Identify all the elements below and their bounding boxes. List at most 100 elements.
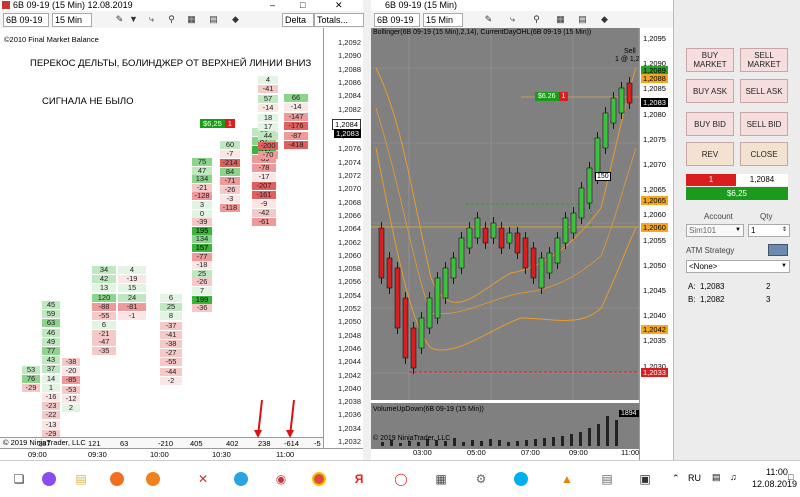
footprint-cell: -161 [252, 191, 276, 199]
price-tag-mid: 1,2060 [641, 223, 668, 232]
notifications-icon[interactable]: □ [788, 472, 793, 482]
sell-ask-button[interactable]: SELL ASK [740, 79, 788, 103]
calculator-icon[interactable]: ▦ [428, 467, 454, 491]
footprint-cell: 14 [42, 374, 60, 383]
qty-label: Qty [760, 212, 773, 221]
telegram-icon[interactable] [228, 467, 254, 491]
properties-icon[interactable]: ▦ [555, 14, 566, 25]
position-price-cell: 1,2084 [736, 174, 788, 186]
stepper-icon[interactable]: ⇕ [782, 225, 787, 236]
footprint-cell: -1 [118, 312, 146, 320]
footprint-cell: 77 [42, 347, 60, 355]
candle-body [386, 257, 393, 289]
footprint-cell: -27 [160, 349, 182, 358]
draw-tools-icon[interactable]: ▼ [128, 14, 139, 25]
pencil-icon[interactable]: ✎ [114, 14, 125, 25]
tray-chevron-icon[interactable]: ⌃ [672, 473, 680, 484]
candle-body [602, 112, 609, 149]
position-pnl-cell: $6,25 [686, 187, 788, 200]
lock-icon[interactable]: ◆ [230, 14, 241, 25]
firefox-icon[interactable] [104, 467, 130, 491]
cursor-icon[interactable]: ⤷ [146, 14, 157, 25]
interval-selector[interactable]: 15 Min [52, 13, 92, 27]
price-axis-label: 1,2048 [338, 330, 361, 340]
candle-body [626, 82, 633, 104]
right-interval-selector[interactable]: 15 Min [423, 13, 463, 27]
maximize-button[interactable]: □ [300, 0, 305, 11]
indicators-icon[interactable]: ▤ [577, 14, 588, 25]
volume-bar [381, 442, 384, 446]
buy-bid-button[interactable]: BUY BID [686, 112, 734, 136]
delta-selector[interactable]: Delta [282, 13, 314, 27]
skype-icon[interactable] [508, 467, 534, 491]
volume-bar [543, 438, 546, 446]
price-tag-open: 1,2065 [641, 196, 668, 205]
price-panel[interactable] [371, 28, 673, 460]
price-axis-label: 1,2044 [338, 357, 361, 367]
sell-bid-button[interactable]: SELL BID [740, 112, 788, 136]
ask-price: 1,2083 [700, 282, 725, 291]
footprint-cell: -22 [42, 411, 60, 420]
rev-button[interactable]: REV [686, 142, 734, 166]
footprint-cell: 84 [220, 168, 240, 176]
pencil-icon[interactable]: ✎ [483, 14, 494, 25]
price-axis-label: 1,2052 [338, 304, 361, 313]
sell-market-button[interactable]: SELL MARKET [740, 48, 788, 72]
buy-ask-button[interactable]: BUY ASK [686, 79, 734, 103]
candlestick-chart[interactable]: Bollinger(6B 09-19 (15 Min),2,14), Curre… [371, 28, 674, 460]
ninjatrader-icon[interactable]: ✕ [190, 467, 216, 491]
footprint-cell: -23 [42, 402, 60, 411]
footprint-cell: -29 [22, 384, 40, 393]
properties-icon[interactable]: ▦ [186, 14, 197, 25]
language-indicator[interactable]: RU [688, 473, 701, 483]
app-icon[interactable]: ◉ [268, 467, 294, 491]
totals-selector[interactable]: Totals... [314, 13, 364, 27]
chevron-down-icon: ▼ [735, 227, 741, 233]
yandex-icon[interactable]: Я [346, 467, 372, 491]
files-icon[interactable]: ▤ [594, 467, 620, 491]
zoom-icon[interactable]: ⚲ [531, 14, 542, 25]
volume-icon[interactable]: ♫ [730, 472, 737, 482]
cursor-icon[interactable]: ⤷ [507, 14, 518, 25]
atm-select[interactable]: <None> ▼ [686, 260, 790, 273]
volume-bar [507, 442, 510, 446]
close-position-button[interactable]: CLOSE [740, 142, 788, 166]
indicators-icon[interactable]: ▤ [208, 14, 219, 25]
volume-bar [462, 442, 465, 446]
zoom-icon[interactable]: ⚲ [166, 14, 177, 25]
footprint-cell: -47 [92, 338, 116, 346]
instrument-selector[interactable]: 6B 09-19 [3, 13, 49, 27]
start-icon[interactable]: ❏ [6, 467, 32, 491]
opera-icon[interactable]: ◯ [388, 467, 414, 491]
minimize-button[interactable]: – [270, 0, 275, 11]
terminal-icon[interactable]: ▣ [632, 467, 658, 491]
candle-body [394, 267, 401, 329]
footprint-cell: 63 [42, 319, 60, 328]
total-value: -210 [158, 439, 174, 448]
buy-market-button[interactable]: BUY MARKET [686, 48, 734, 72]
price-axis-label: 1,2084 [338, 91, 361, 101]
vlc-icon[interactable]: ▲ [554, 467, 580, 491]
candle-body [530, 247, 537, 279]
footprint-cell: 2 [62, 404, 80, 412]
left-toolbar: 6B 09-19 15 Min ✎ ▼ ⤷ ⚲ ▦ ▤ ◆ Delta Tota… [0, 11, 364, 29]
account-select[interactable]: Sim101 ▼ [686, 224, 744, 237]
footprint-cell: -207 [252, 182, 276, 190]
avast-icon[interactable] [140, 467, 166, 491]
close-button[interactable]: ✕ [335, 0, 343, 11]
footprint-cell: 3 [192, 201, 212, 209]
price-axis-label: 1,2062 [338, 237, 361, 247]
footprint-chart[interactable]: ©2010 Final Market Balance ПЕРЕКОС ДЕЛЬТ… [0, 28, 363, 460]
gear-icon[interactable]: ⚙ [468, 467, 494, 491]
chrome-icon[interactable] [306, 467, 332, 491]
atm-edit-button[interactable] [768, 244, 788, 256]
qty-input[interactable]: 1 ⇕ [748, 224, 790, 237]
network-icon[interactable]: ▤ [712, 472, 721, 483]
footprint-cell: 15 [118, 284, 146, 293]
lock-icon[interactable]: ◆ [599, 14, 610, 25]
assistant-icon[interactable] [36, 467, 62, 491]
folder-icon[interactable]: ▤ [68, 467, 94, 491]
clock-time[interactable]: 11:00 [766, 467, 788, 477]
right-instrument-selector[interactable]: 6B 09-19 [374, 13, 420, 27]
chevron-down-icon: ▼ [781, 263, 787, 269]
